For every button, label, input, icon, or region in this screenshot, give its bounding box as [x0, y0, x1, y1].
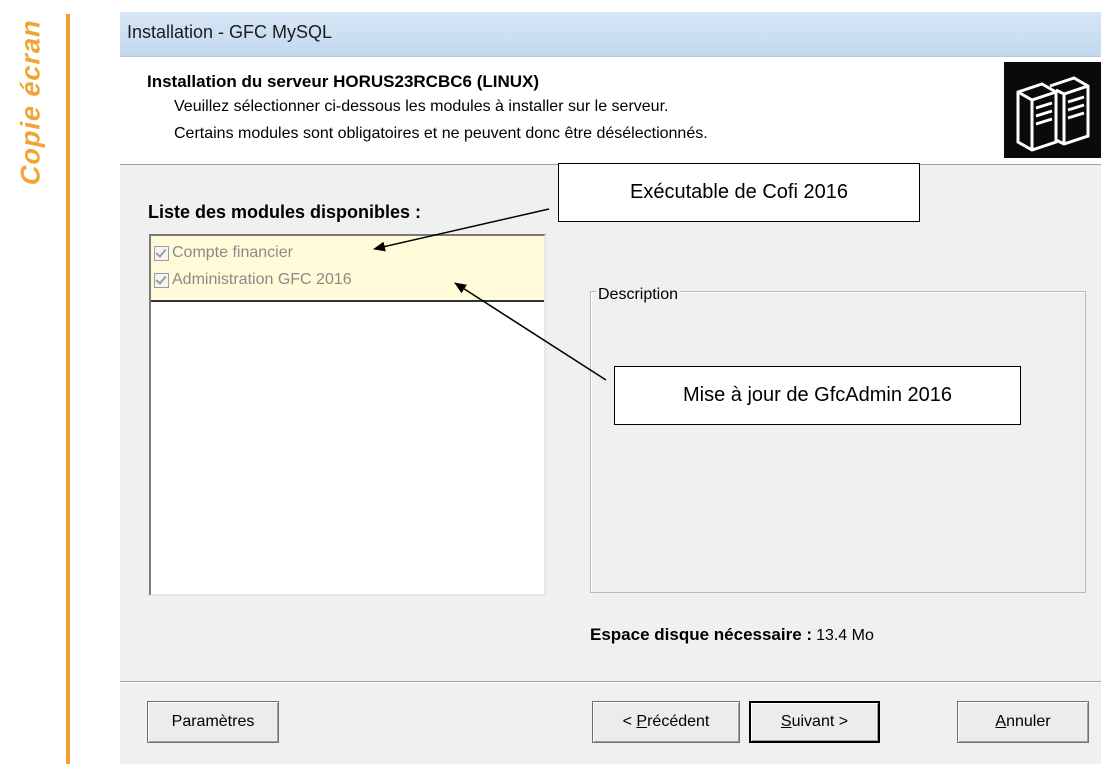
cancel-button-label: Annuler: [995, 713, 1051, 730]
disk-space-value: 13.4 Mo: [816, 627, 874, 644]
header-line-1: Veuillez sélectionner ci-dessous les mod…: [174, 98, 669, 115]
modules-list[interactable]: Compte financier Administration GFC 2016: [149, 234, 546, 596]
checkbox-checked-icon: [154, 245, 169, 261]
description-group: [590, 291, 1086, 593]
orange-rule: [66, 14, 70, 764]
servers-icon: [1004, 62, 1101, 158]
next-button-label: Suivant >: [780, 713, 849, 730]
next-button[interactable]: Suivant >: [749, 701, 880, 743]
callout-gfcadmin: Mise à jour de GfcAdmin 2016: [614, 366, 1021, 425]
callout-cofi: Exécutable de Cofi 2016: [558, 163, 920, 222]
previous-button[interactable]: < Précédent: [592, 701, 740, 743]
header-title: Installation du serveur HORUS23RCBC6 (LI…: [147, 72, 540, 91]
disk-space-label: Espace disque nécessaire :: [590, 625, 813, 644]
title-bar[interactable]: Installation - GFC MySQL: [120, 12, 1101, 57]
checkbox-checked-icon: [154, 272, 169, 288]
side-label: Copie écran: [15, 15, 46, 188]
disk-space: Espace disque nécessaire :13.4 Mo: [590, 625, 874, 645]
parametres-button-label: Paramètres: [171, 713, 255, 730]
header-line-2: Certains modules sont obligatoires et ne…: [174, 125, 708, 142]
modules-list-label: Liste des modules disponibles :: [148, 202, 422, 222]
footer-separator: [120, 681, 1101, 683]
cancel-button[interactable]: Annuler: [957, 701, 1089, 743]
module-item-compte-financier[interactable]: Compte financier: [154, 241, 293, 265]
module-label: Compte financier: [172, 244, 293, 261]
module-item-administration[interactable]: Administration GFC 2016: [154, 268, 352, 292]
description-legend: Description: [596, 286, 681, 304]
parametres-button[interactable]: Paramètres: [147, 701, 279, 743]
window-title: Installation - GFC MySQL: [127, 22, 333, 42]
module-label: Administration GFC 2016: [172, 271, 352, 288]
wizard-header: Installation du serveur HORUS23RCBC6 (LI…: [120, 57, 1101, 165]
previous-button-label: < Précédent: [622, 713, 710, 730]
